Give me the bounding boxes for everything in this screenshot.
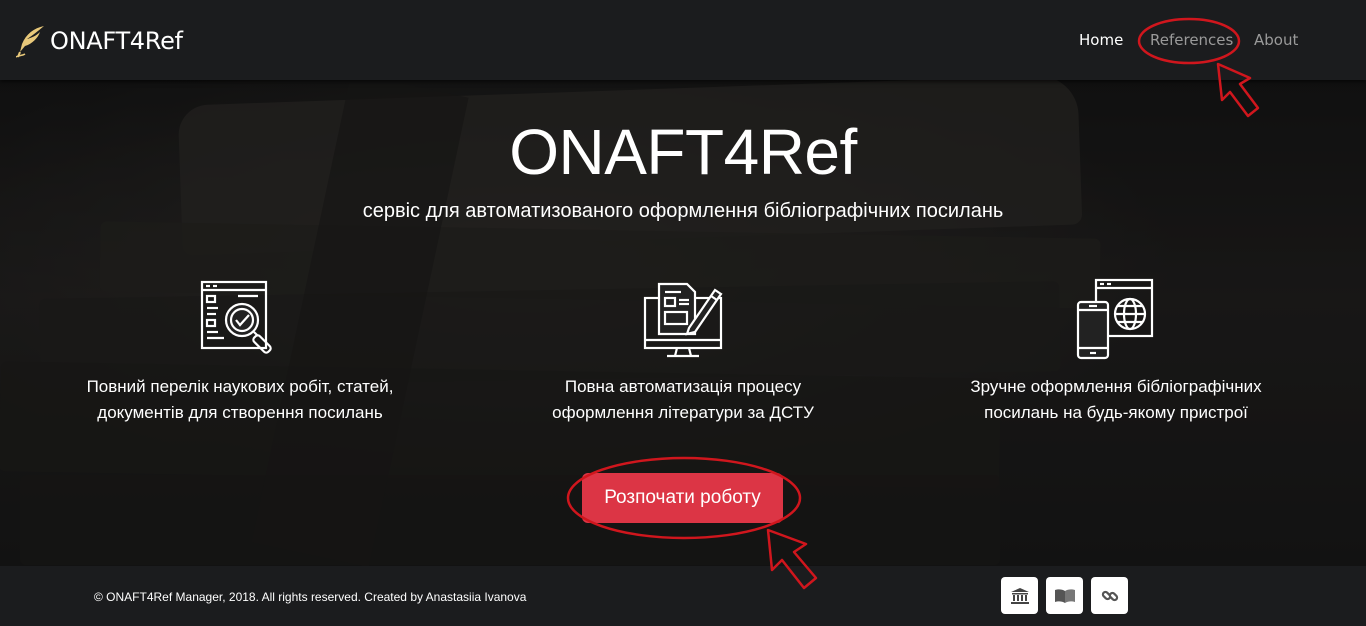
institution-button[interactable] (1001, 577, 1038, 614)
book-icon (1054, 588, 1075, 603)
feature-item: Зручне оформлення бібліографічних посила… (946, 278, 1286, 426)
book-button[interactable] (1046, 577, 1083, 614)
quill-icon (16, 26, 44, 58)
footer: © ONAFT4Ref Manager, 2018. All rights re… (0, 566, 1366, 626)
link-icon (1101, 590, 1118, 601)
nav-home[interactable]: Home (1079, 31, 1123, 49)
feature-item: Повна автоматизація процесу оформлення л… (523, 278, 843, 426)
mobile-web-icon (1076, 278, 1154, 360)
navbar: ONAFT4Ref Home References About (0, 0, 1366, 80)
hero-subtitle: сервіс для автоматизованого оформлення б… (362, 200, 1004, 222)
nav-references[interactable]: References (1150, 31, 1233, 49)
link-button[interactable] (1091, 577, 1128, 614)
start-work-button[interactable]: Розпочати роботу (582, 473, 783, 523)
copyright-text: © ONAFT4Ref Manager, 2018. All rights re… (94, 590, 527, 604)
hero-title: ONAFT4Ref (509, 116, 857, 188)
monitor-edit-icon (643, 282, 723, 358)
brand-name: ONAFT4Ref (50, 27, 183, 55)
feature-text: Повний перелік наукових робіт, статей, д… (86, 377, 394, 422)
feature-item: Повний перелік наукових робіт, статей, д… (80, 278, 400, 426)
document-search-icon (200, 280, 272, 354)
feature-text: Зручне оформлення бібліографічних посила… (970, 377, 1262, 422)
institution-icon (1010, 587, 1029, 604)
nav-about[interactable]: About (1254, 31, 1298, 49)
feature-text: Повна автоматизація процесу оформлення л… (552, 377, 814, 422)
brand-link[interactable]: ONAFT4Ref (16, 24, 183, 58)
